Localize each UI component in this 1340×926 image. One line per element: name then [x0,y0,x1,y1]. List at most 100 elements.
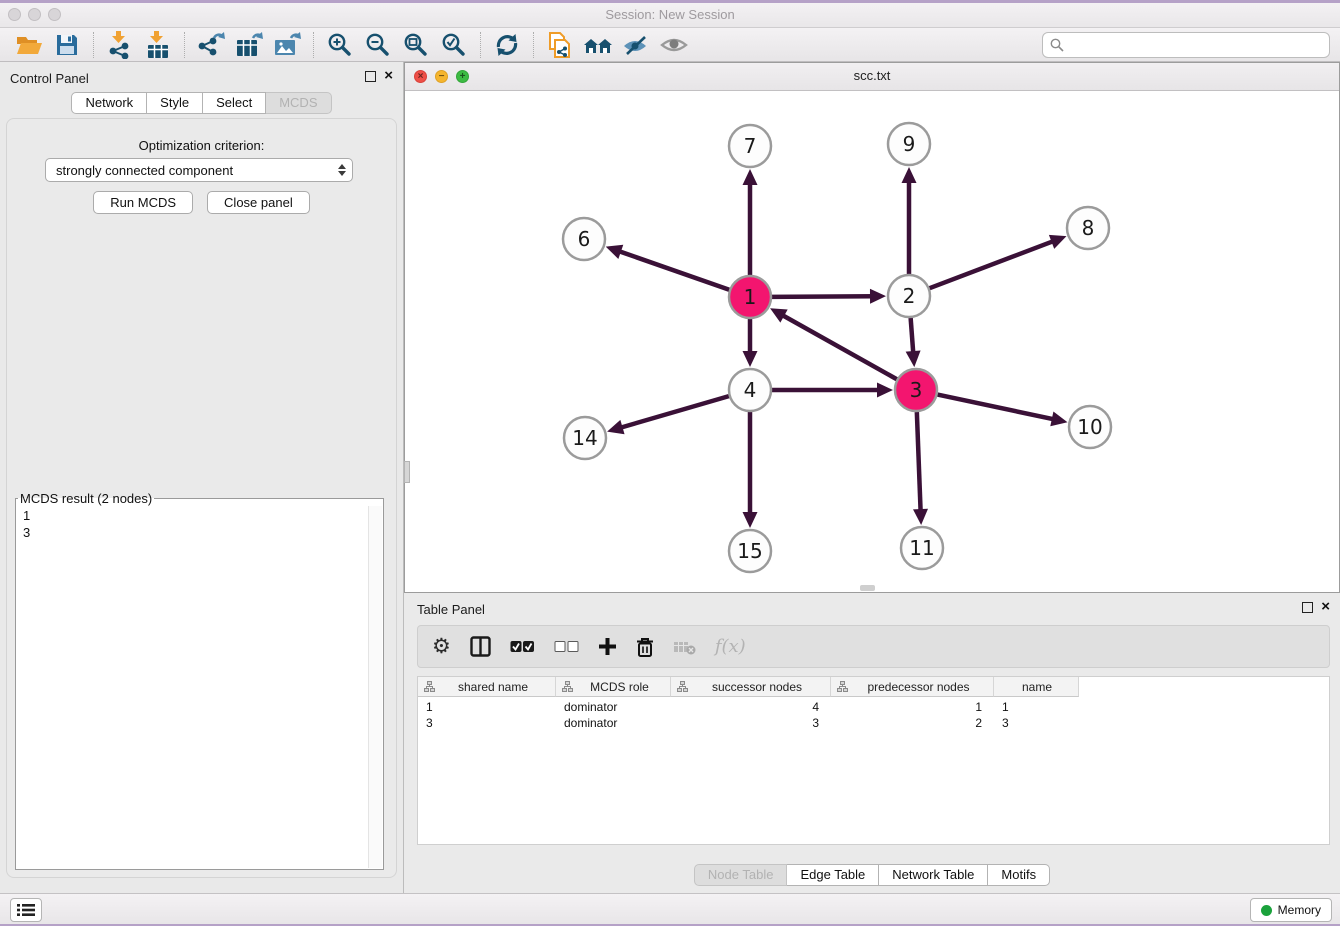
network-view-window: × − + scc.txt 1234678910111415 [404,62,1340,593]
search-input[interactable] [1069,36,1322,53]
memory-status-icon [1261,905,1272,916]
tab-node-table[interactable]: Node Table [694,864,788,886]
tab-edge-table[interactable]: Edge Table [787,864,879,886]
graph-node-label-1: 1 [744,285,757,309]
column-header-predecessor-nodes[interactable]: predecessor nodes [831,677,994,697]
network-close-button[interactable]: × [414,70,427,83]
status-bar: Memory [0,893,1340,924]
graph-node-label-6: 6 [578,227,591,251]
network-zoom-button[interactable]: + [456,70,469,83]
graph-edge-3-11[interactable] [917,412,921,513]
open-session-icon[interactable] [10,30,48,60]
close-panel-icon[interactable]: × [384,70,393,82]
control-panel: Control Panel × NetworkStyleSelectMCDS O… [0,62,404,893]
close-panel-button[interactable]: Close panel [207,191,310,214]
window-minimize-button[interactable] [28,8,41,21]
import-table-icon[interactable] [139,30,177,60]
network-minimize-button[interactable]: − [435,70,448,83]
network-title: scc.txt [405,63,1339,89]
zoom-in-icon[interactable] [321,30,359,60]
first-neighbors-icon[interactable] [579,30,617,60]
network-canvas[interactable]: 1234678910111415 [405,90,1339,592]
graph-edge-1-2[interactable] [772,296,874,297]
graph-edge-arrowhead [902,167,917,183]
panel-splitter-handle[interactable] [404,461,410,483]
control-tabs: NetworkStyleSelectMCDS [0,92,403,114]
deselect-all-icon[interactable] [554,640,579,653]
mcds-panel: Optimization criterion: strongly connect… [6,118,397,878]
tab-network-table[interactable]: Network Table [879,864,988,886]
save-session-icon[interactable] [48,30,86,60]
task-history-button[interactable] [10,898,42,922]
table-panel: Table Panel × ⚙ [404,593,1340,893]
zoom-out-icon[interactable] [359,30,397,60]
memory-label: Memory [1278,903,1321,917]
tab-select[interactable]: Select [203,92,266,114]
column-header-mcds-role[interactable]: MCDS role [556,677,671,697]
show-columns-icon[interactable] [470,636,491,657]
graph-node-label-15: 15 [737,539,762,563]
criterion-value: strongly connected component [56,163,338,178]
import-network-icon[interactable] [101,30,139,60]
graph-edge-3-10[interactable] [938,395,1056,420]
export-network-icon[interactable] [192,30,230,60]
tab-style[interactable]: Style [147,92,203,114]
memory-button[interactable]: Memory [1250,898,1332,922]
list-icon [17,903,35,917]
criterion-dropdown[interactable]: strongly connected component [45,158,353,182]
select-all-icon[interactable] [510,640,535,653]
export-table-icon[interactable] [230,30,268,60]
tab-mcds[interactable]: MCDS [266,92,331,114]
run-mcds-button[interactable]: Run MCDS [93,191,193,214]
graph-edge-arrowhead [906,351,921,368]
result-scrollbar[interactable] [368,506,382,868]
delete-columns-icon[interactable] [636,637,654,657]
graph-node-label-10: 10 [1077,415,1102,439]
graph-edge-3-1[interactable] [781,314,897,379]
graph-edge-1-6[interactable] [617,251,729,290]
graph-edge-arrowhead [743,169,758,185]
graph-edge-2-8[interactable] [930,240,1056,288]
graph-edge-4-14[interactable] [619,396,729,428]
table-row[interactable]: 3dominator323 [418,715,1329,731]
table-row[interactable]: 1dominator411 [418,699,1329,715]
column-header-successor-nodes[interactable]: successor nodes [671,677,831,697]
show-all-icon[interactable] [655,30,693,60]
export-image-icon[interactable] [268,30,306,60]
tab-network[interactable]: Network [71,92,147,114]
zoom-selected-icon[interactable] [435,30,473,60]
window-zoom-button[interactable] [48,8,61,21]
table-cell: dominator [556,699,671,715]
network-window-titlebar[interactable]: × − + scc.txt [405,63,1339,91]
graph-edge-2-3[interactable] [911,318,914,355]
mcds-result-list: 13 [17,506,368,868]
window-title: Session: New Session [0,3,1340,27]
column-header-name[interactable]: name [994,677,1079,697]
table-mode-gear-icon[interactable]: ⚙ [432,637,451,657]
search-field[interactable] [1042,32,1330,58]
float-table-panel-icon[interactable] [1302,602,1313,613]
apply-layout-icon[interactable] [488,30,526,60]
graph-edge-arrowhead [606,245,624,259]
table-cell: 1 [418,699,556,715]
create-column-icon[interactable] [598,637,617,656]
graph-edge-arrowhead [870,289,886,304]
table-toolbar: ⚙ f(x) [417,625,1330,668]
function-builder-icon: f(x) [715,636,746,657]
float-panel-icon[interactable] [365,71,376,82]
main-toolbar [0,28,1340,62]
sitemap-icon [837,681,848,692]
graph-node-label-9: 9 [903,132,916,156]
node-table-body: 1dominator4113dominator323 [418,697,1329,731]
search-icon [1050,38,1064,52]
window-close-button[interactable] [8,8,21,21]
column-header-shared-name[interactable]: shared name [418,677,556,697]
canvas-resize-handle[interactable] [860,585,875,591]
close-table-panel-icon[interactable]: × [1321,601,1330,613]
zoom-fit-icon[interactable] [397,30,435,60]
table-cell: 3 [418,715,556,731]
hide-selected-icon[interactable] [617,30,655,60]
tab-motifs[interactable]: Motifs [988,864,1050,886]
duplicate-network-icon[interactable] [541,30,579,60]
dropdown-stepper-icon [338,164,346,176]
